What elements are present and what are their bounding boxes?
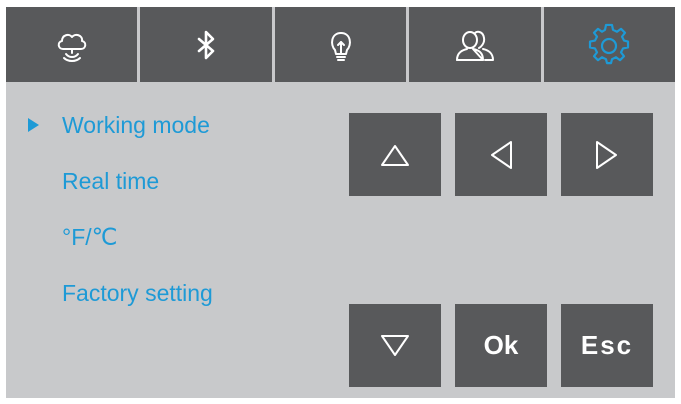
menu-item-working-mode[interactable]: Working mode: [6, 107, 326, 163]
triangle-up-icon: [381, 144, 409, 166]
tab-settings[interactable]: [543, 7, 676, 82]
esc-button[interactable]: Esc: [561, 304, 653, 387]
triangle-right-icon: [596, 140, 617, 169]
down-button[interactable]: [349, 304, 441, 387]
tab-bar: [6, 7, 676, 82]
triangle-left-icon: [491, 140, 512, 169]
menu-item-real-time[interactable]: Real time: [6, 163, 326, 219]
menu-item-label: Factory setting: [62, 280, 213, 306]
users-icon: [455, 30, 494, 61]
control-panel-screen: Working mode Real time °F/℃ Factory sett…: [6, 7, 676, 398]
ok-button[interactable]: Ok: [455, 304, 547, 387]
menu-item-label: Real time: [62, 168, 160, 194]
right-button[interactable]: [561, 113, 653, 196]
tab-cloud[interactable]: [6, 7, 138, 82]
menu-item-temperature-unit[interactable]: °F/℃: [6, 219, 326, 275]
left-button[interactable]: [455, 113, 547, 196]
menu-item-label: °F/℃: [62, 224, 118, 250]
triangle-down-icon: [381, 334, 409, 356]
up-button[interactable]: [349, 113, 441, 196]
tab-bluetooth[interactable]: [140, 7, 272, 82]
selection-marker-icon: [28, 118, 39, 132]
bluetooth-icon: [197, 30, 215, 59]
settings-menu: Working mode Real time °F/℃ Factory sett…: [6, 107, 326, 331]
menu-item-label: Working mode: [62, 112, 210, 138]
menu-item-factory-setting[interactable]: Factory setting: [6, 275, 326, 331]
gear-icon: [589, 23, 630, 64]
lightbulb-icon: [330, 31, 351, 61]
cloud-icon: [57, 33, 86, 62]
tab-users[interactable]: [409, 7, 541, 82]
tab-lightbulb[interactable]: [274, 7, 407, 82]
